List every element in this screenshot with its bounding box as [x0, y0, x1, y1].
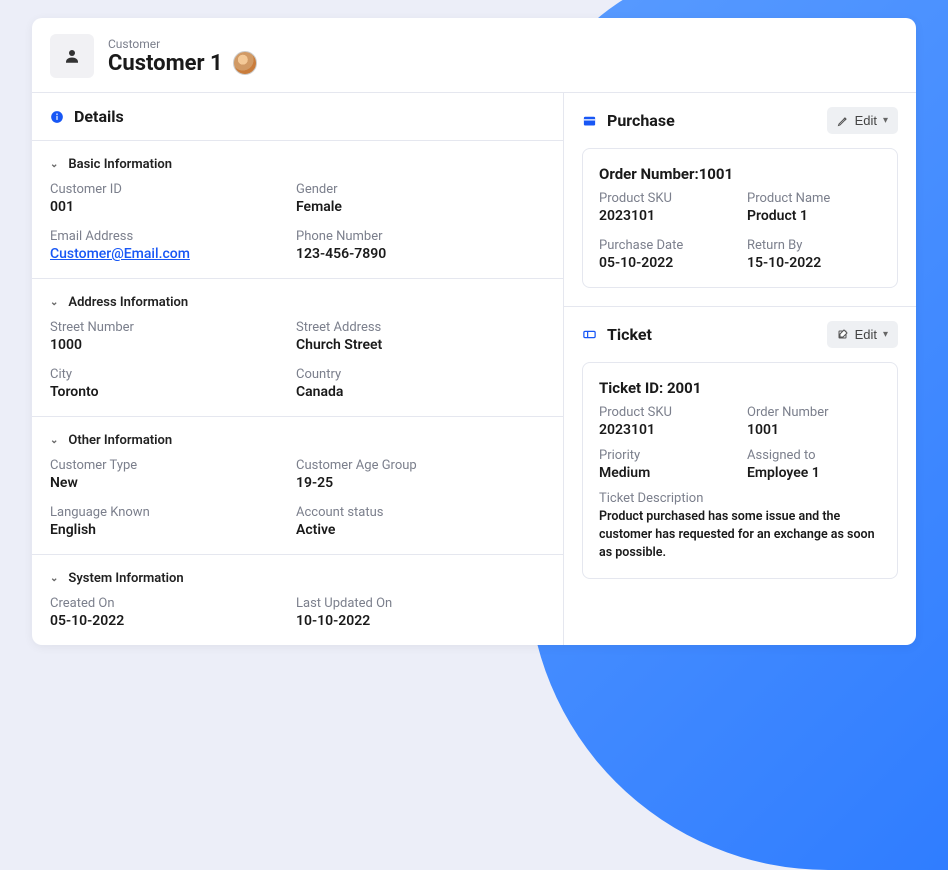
system-info-toggle[interactable]: ⌄ System Information	[50, 565, 545, 596]
assigned-to-value: Employee 1	[747, 465, 881, 481]
edit-ticket-button[interactable]: Edit ▾	[827, 321, 898, 348]
created-on-value: 05-10-2022	[50, 613, 296, 629]
details-column: Details ⌄ Basic Information Customer ID …	[32, 93, 564, 645]
order-number-title: Order Number:1001	[599, 165, 881, 183]
pencil-icon	[837, 115, 849, 127]
country-value: Canada	[296, 384, 545, 400]
status-label: Account status	[296, 505, 545, 520]
ticket-panel: Ticket ID: 2001 Product SKU 2023101 Orde…	[582, 362, 898, 579]
customer-id-value: 001	[50, 199, 296, 215]
priority-value: Medium	[599, 465, 747, 481]
priority-label: Priority	[599, 448, 747, 463]
customer-name: Customer 1	[108, 51, 223, 76]
updated-on-label: Last Updated On	[296, 596, 545, 611]
purchase-title: Purchase	[607, 111, 675, 130]
email-link[interactable]: Customer@Email.com	[50, 246, 296, 262]
basic-info-block: ⌄ Basic Information Customer ID 001 Gend…	[32, 141, 563, 279]
address-info-title: Address Information	[68, 295, 188, 310]
created-on-label: Created On	[50, 596, 296, 611]
details-title: Details	[74, 107, 124, 126]
card-header: Customer Customer 1	[32, 18, 916, 92]
purchase-sku-value: 2023101	[599, 208, 747, 224]
caret-down-icon: ▾	[883, 329, 888, 340]
caret-down-icon: ▾	[883, 115, 888, 126]
updated-on-value: 10-10-2022	[296, 613, 545, 629]
language-value: English	[50, 522, 296, 538]
ticket-section: Ticket Edit ▾ Ticket ID: 2001	[564, 307, 916, 597]
entity-type-label: Customer	[108, 37, 257, 51]
info-icon	[50, 110, 64, 124]
purchase-date-label: Purchase Date	[599, 238, 747, 253]
status-value: Active	[296, 522, 545, 538]
ticket-title: Ticket	[607, 325, 652, 344]
purchase-date-value: 05-10-2022	[599, 255, 747, 271]
edit-purchase-button[interactable]: Edit ▾	[827, 107, 898, 134]
ticket-description-label: Ticket Description	[599, 491, 881, 506]
other-info-block: ⌄ Other Information Customer Type New Cu…	[32, 417, 563, 555]
customer-card: Customer Customer 1 Details ⌄ Basic Info…	[32, 18, 916, 645]
phone-value: 123-456-7890	[296, 246, 545, 262]
return-by-value: 15-10-2022	[747, 255, 881, 271]
assigned-to-label: Assigned to	[747, 448, 881, 463]
edit-label: Edit	[855, 327, 877, 342]
ticket-id-title: Ticket ID: 2001	[599, 379, 881, 397]
purchase-panel: Order Number:1001 Product SKU 2023101 Pr…	[582, 148, 898, 288]
chevron-down-icon: ⌄	[50, 297, 58, 308]
return-by-label: Return By	[747, 238, 881, 253]
gender-value: Female	[296, 199, 545, 215]
country-label: Country	[296, 367, 545, 382]
customer-id-label: Customer ID	[50, 182, 296, 197]
language-label: Language Known	[50, 505, 296, 520]
address-info-block: ⌄ Address Information Street Number 1000…	[32, 279, 563, 417]
age-group-label: Customer Age Group	[296, 458, 545, 473]
system-info-block: ⌄ System Information Created On 05-10-20…	[32, 555, 563, 645]
page-title: Customer 1	[108, 51, 257, 76]
ticket-icon	[582, 327, 597, 342]
edit-square-icon	[837, 329, 849, 341]
chevron-down-icon: ⌄	[50, 573, 58, 584]
address-info-toggle[interactable]: ⌄ Address Information	[50, 289, 545, 320]
ticket-sku-value: 2023101	[599, 422, 747, 438]
system-info-title: System Information	[68, 571, 183, 586]
other-info-toggle[interactable]: ⌄ Other Information	[50, 427, 545, 458]
street-address-value: Church Street	[296, 337, 545, 353]
purchase-section: Purchase Edit ▾ Order Number:1001	[564, 93, 916, 306]
product-name-value: Product 1	[747, 208, 881, 224]
ticket-order-label: Order Number	[747, 405, 881, 420]
basic-info-toggle[interactable]: ⌄ Basic Information	[50, 151, 545, 182]
product-name-label: Product Name	[747, 191, 881, 206]
street-address-label: Street Address	[296, 320, 545, 335]
customer-type-label: Customer Type	[50, 458, 296, 473]
phone-label: Phone Number	[296, 229, 545, 244]
other-info-title: Other Information	[68, 433, 172, 448]
street-number-label: Street Number	[50, 320, 296, 335]
email-label: Email Address	[50, 229, 296, 244]
ticket-description-text: Product purchased has some issue and the…	[599, 508, 881, 562]
age-group-value: 19-25	[296, 475, 545, 491]
basic-info-title: Basic Information	[68, 157, 172, 172]
ticket-order-value: 1001	[747, 422, 881, 438]
gender-label: Gender	[296, 182, 545, 197]
chevron-down-icon: ⌄	[50, 435, 58, 446]
details-section-header: Details	[32, 93, 563, 141]
purchase-sku-label: Product SKU	[599, 191, 747, 206]
purchase-icon	[582, 113, 597, 128]
city-label: City	[50, 367, 296, 382]
avatar	[233, 51, 257, 75]
street-number-value: 1000	[50, 337, 296, 353]
city-value: Toronto	[50, 384, 296, 400]
right-column: Purchase Edit ▾ Order Number:1001	[564, 93, 916, 645]
ticket-sku-label: Product SKU	[599, 405, 747, 420]
edit-label: Edit	[855, 113, 877, 128]
chevron-down-icon: ⌄	[50, 159, 58, 170]
customer-entity-icon	[50, 34, 94, 78]
customer-type-value: New	[50, 475, 296, 491]
